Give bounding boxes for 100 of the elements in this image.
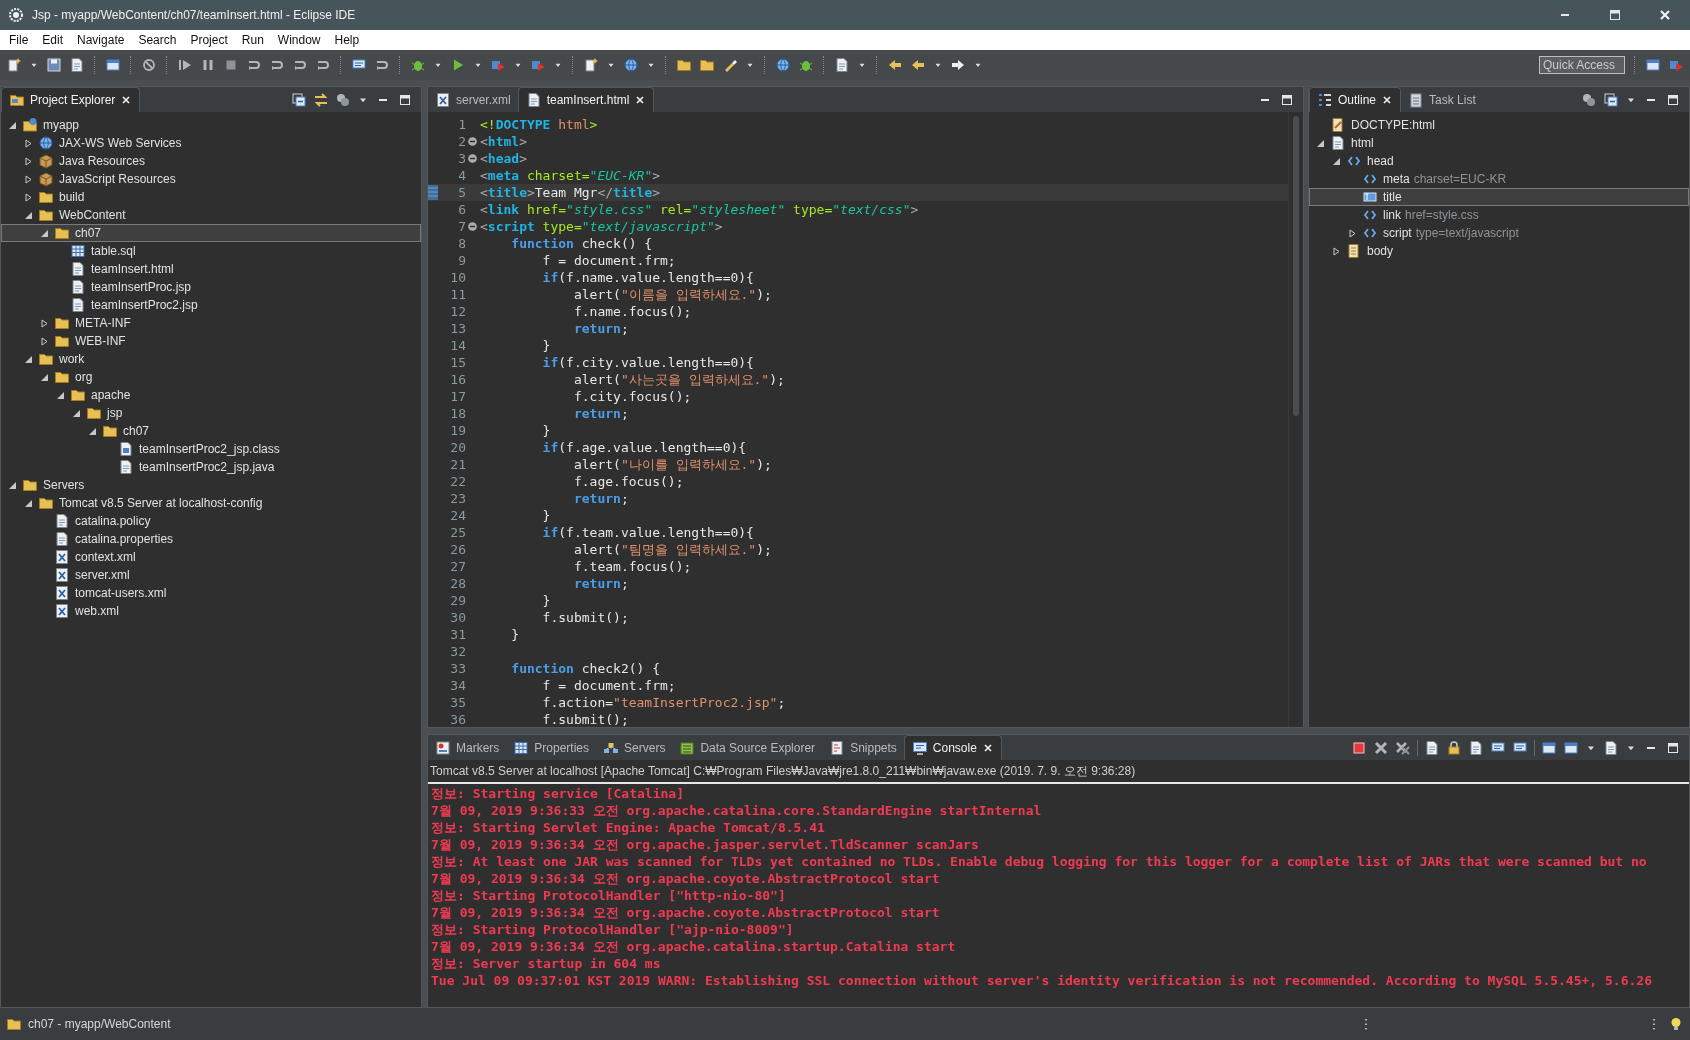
folder-icon[interactable] [699, 57, 715, 73]
new-file-icon[interactable] [6, 57, 22, 73]
resume-icon[interactable] [177, 57, 193, 73]
close-icon[interactable] [634, 94, 647, 106]
view-tab[interactable]: Markers [428, 735, 507, 760]
tree-item[interactable]: title [1309, 188, 1689, 206]
stop-icon[interactable] [1351, 739, 1367, 756]
collapsed-arrow-icon[interactable] [1348, 228, 1357, 238]
remove-icon[interactable] [1373, 739, 1389, 756]
tree-item[interactable]: table.sql [1, 242, 421, 260]
collapsed-arrow-icon[interactable] [24, 192, 33, 202]
tree-item[interactable]: work [1, 350, 421, 368]
fold-icon[interactable] [468, 222, 477, 231]
view-tab[interactable]: Servers [596, 735, 673, 760]
collapse-all-icon[interactable] [1603, 91, 1619, 108]
arrow-left-icon[interactable] [887, 57, 903, 73]
tree-item[interactable]: jsp [1, 404, 421, 422]
tree-item[interactable]: tomcat-users.xml [1, 584, 421, 602]
quick-access-field[interactable]: Quick Access [1539, 56, 1625, 74]
tree-item[interactable]: link href=style.css [1309, 206, 1689, 224]
window-icon[interactable] [1541, 739, 1557, 756]
menu-item[interactable]: Edit [35, 31, 71, 49]
tree-item[interactable]: JAX-WS Web Services [1, 134, 421, 152]
view-tab[interactable]: Outline [1309, 87, 1402, 112]
tree-item[interactable]: META-INF [1, 314, 421, 332]
tree-item[interactable]: WEB-INF [1, 332, 421, 350]
view-tab[interactable]: Data Source Explorer [672, 735, 823, 760]
no-entry-icon[interactable] [141, 57, 157, 73]
tree-item[interactable]: teamInsertProc2_jsp.java [1, 458, 421, 476]
tree-item[interactable]: teamInsertProc2.jsp [1, 296, 421, 314]
remove-all-icon[interactable] [1395, 739, 1411, 756]
menu-item[interactable]: Project [183, 31, 235, 49]
menu-item[interactable]: Run [234, 31, 271, 49]
page-icon[interactable] [1424, 739, 1440, 756]
collapse-all-icon[interactable] [291, 91, 307, 108]
maximize-icon[interactable] [1607, 7, 1623, 23]
tree-item[interactable]: ch07 [1, 422, 421, 440]
view-tab[interactable]: teamInsert.html [517, 87, 655, 112]
tree-item[interactable]: JavaScript Resources [1, 170, 421, 188]
collapsed-arrow-icon[interactable] [24, 138, 33, 148]
menu-item[interactable]: File [2, 31, 36, 49]
tree-item[interactable]: html [1309, 134, 1689, 152]
expanded-arrow-icon[interactable] [72, 408, 81, 418]
tree-item[interactable]: body [1309, 242, 1689, 260]
tree-item[interactable]: meta charset=EUC-KR [1309, 170, 1689, 188]
window-icon[interactable] [105, 57, 121, 73]
lock-icon[interactable] [1446, 739, 1462, 756]
tree-item[interactable]: build [1, 188, 421, 206]
expanded-arrow-icon[interactable] [40, 228, 49, 238]
tree-item[interactable]: server.xml [1, 566, 421, 584]
tree-item[interactable]: DOCTYPE:html [1309, 116, 1689, 134]
menu-item[interactable]: Help [327, 31, 367, 49]
tree-item[interactable]: Servers [1, 476, 421, 494]
expanded-arrow-icon[interactable] [8, 480, 17, 490]
expanded-arrow-icon[interactable] [88, 426, 97, 436]
collapsed-arrow-icon[interactable] [24, 156, 33, 166]
filter-icon[interactable] [335, 91, 351, 108]
fold-icon[interactable] [468, 154, 477, 163]
close-icon[interactable] [120, 94, 133, 106]
page-icon[interactable] [1603, 739, 1619, 756]
collapsed-arrow-icon[interactable] [40, 336, 49, 346]
menu-item[interactable]: Search [131, 31, 184, 49]
menu-item[interactable]: Navigate [70, 31, 132, 49]
page-icon[interactable] [834, 57, 850, 73]
expanded-arrow-icon[interactable] [24, 210, 33, 220]
tree-item[interactable]: teamInsertProc2_jsp.class [1, 440, 421, 458]
new-file-icon[interactable] [583, 57, 599, 73]
expanded-arrow-icon[interactable] [24, 354, 33, 364]
tree-item[interactable]: org [1, 368, 421, 386]
menu-item[interactable]: Window [270, 31, 328, 49]
fold-icon[interactable] [468, 137, 477, 146]
scrollbar-thumb[interactable] [1293, 116, 1299, 416]
expanded-arrow-icon[interactable] [24, 498, 33, 508]
tree-item[interactable]: teamInsertProc.jsp [1, 278, 421, 296]
collapsed-arrow-icon[interactable] [40, 318, 49, 328]
save-icon[interactable] [46, 57, 62, 73]
collapsed-arrow-icon[interactable] [24, 174, 33, 184]
view-tab[interactable]: Snippets [822, 735, 904, 760]
folder-icon[interactable] [676, 57, 692, 73]
filter-icon[interactable] [1581, 91, 1597, 108]
view-tab[interactable]: Console [903, 735, 1002, 760]
expanded-arrow-icon[interactable] [56, 390, 65, 400]
tree-item[interactable]: Java Resources [1, 152, 421, 170]
collapsed-arrow-icon[interactable] [1332, 246, 1341, 256]
globe-icon[interactable] [775, 57, 791, 73]
window-icon[interactable] [1645, 57, 1661, 73]
view-tab[interactable]: server.xml [428, 87, 518, 112]
globe-icon[interactable] [623, 57, 639, 73]
expanded-arrow-icon[interactable] [8, 120, 17, 130]
view-tab[interactable]: Project Explorer [1, 87, 141, 112]
tree-item[interactable]: teamInsert.html [1, 260, 421, 278]
page-icon[interactable] [69, 57, 85, 73]
arrow-left-icon[interactable] [910, 57, 926, 73]
close-icon[interactable] [1381, 94, 1394, 106]
tree-item[interactable]: web.xml [1, 602, 421, 620]
view-tab[interactable]: Properties [506, 735, 597, 760]
tree-item[interactable]: catalina.properties [1, 530, 421, 548]
view-tab[interactable]: Task List [1401, 87, 1483, 112]
tree-item[interactable]: catalina.policy [1, 512, 421, 530]
expanded-arrow-icon[interactable] [40, 372, 49, 382]
